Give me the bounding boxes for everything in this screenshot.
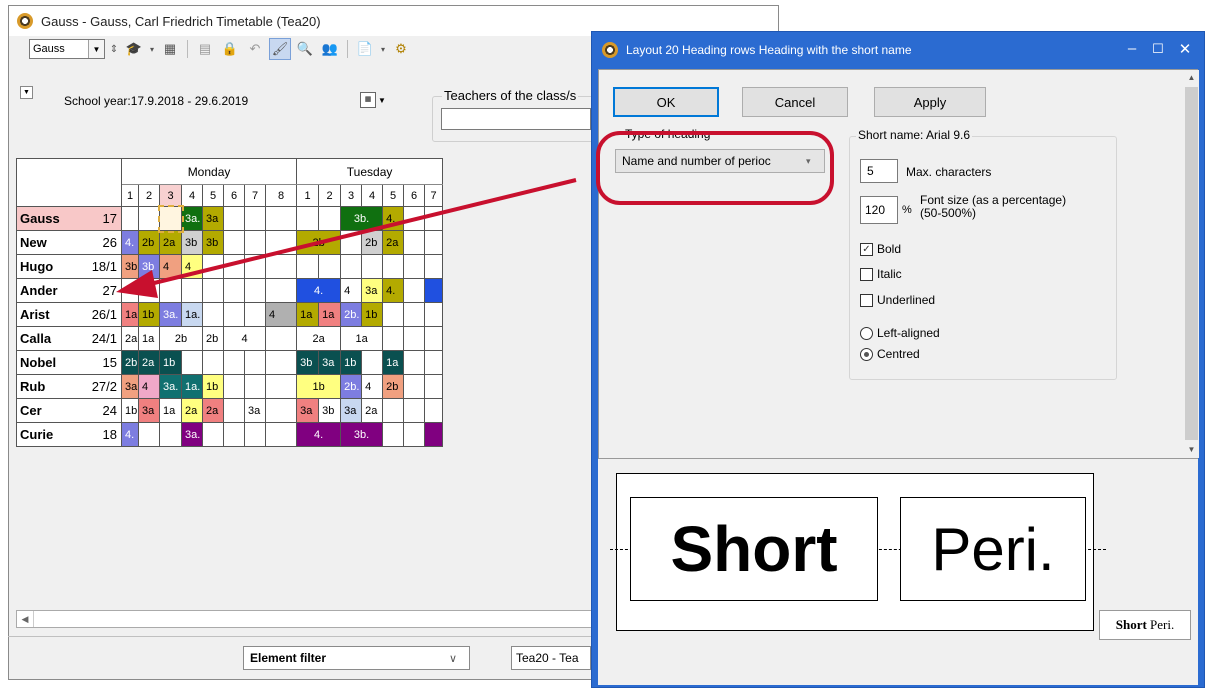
highlight-ellipse [596,131,834,205]
arrow-head-icon [116,270,158,298]
annotation-arrow-line [149,178,577,286]
annotation-layer [116,131,834,298]
